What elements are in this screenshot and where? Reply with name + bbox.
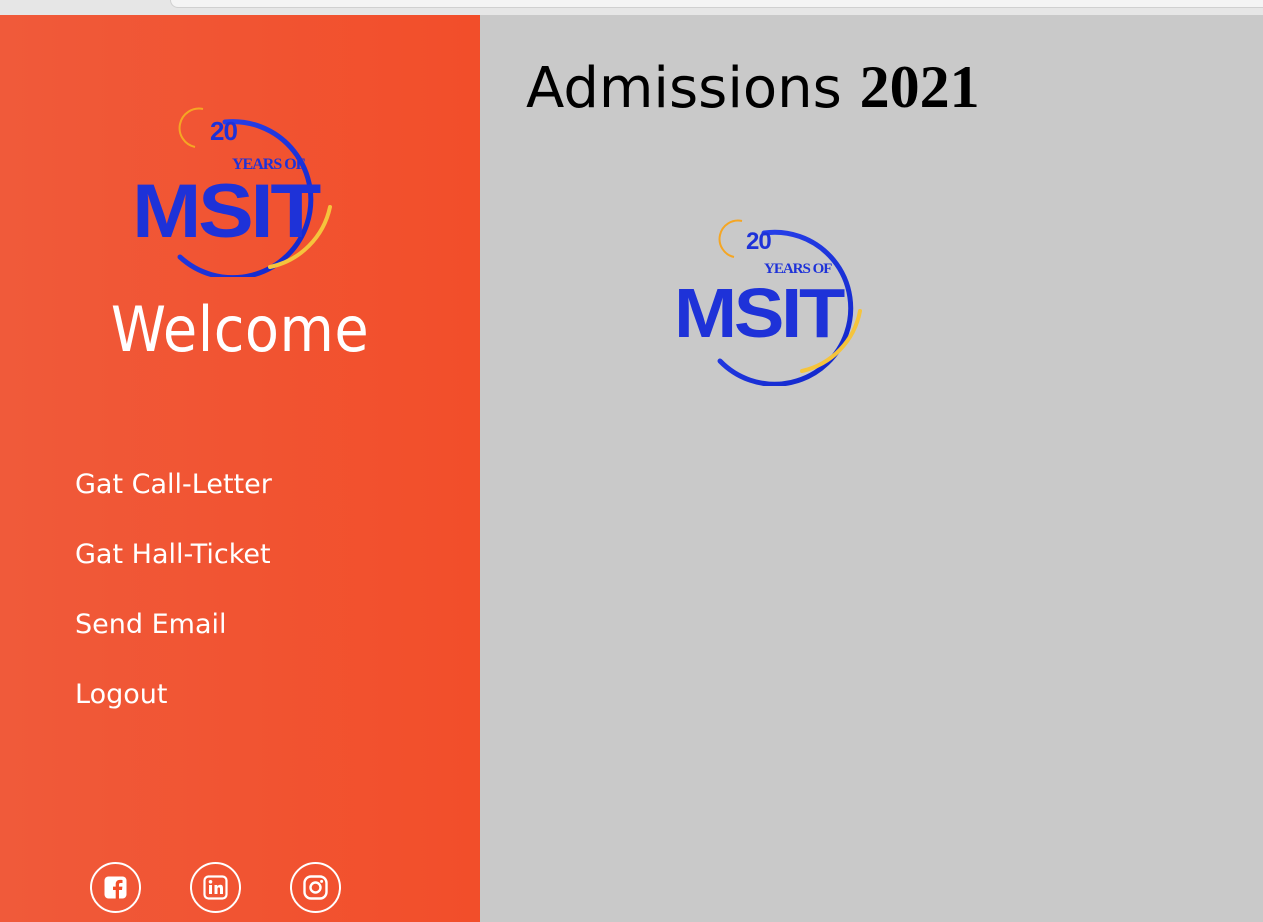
instagram-button[interactable] (290, 862, 341, 913)
logo-name: MSIT (132, 169, 321, 254)
main-content: Admissions 2021 20 YEARS OF MSIT (480, 15, 1263, 922)
nav-gat-hall-ticket[interactable]: Gat Hall-Ticket (75, 537, 272, 572)
sidebar-nav: Gat Call-Letter Gat Hall-Ticket Send Ema… (75, 467, 272, 747)
facebook-icon (104, 876, 127, 899)
browser-address-bar-edge (170, 0, 1263, 8)
msit-logo-icon: 20 YEARS OF MSIT (674, 219, 862, 386)
linkedin-button[interactable] (190, 862, 241, 913)
logo-name: MSIT (674, 274, 844, 352)
nav-gat-call-letter[interactable]: Gat Call-Letter (75, 467, 272, 502)
welcome-heading: Welcome (110, 293, 370, 366)
sidebar: 20 YEARS OF MSIT Welcome Gat Call-Letter… (0, 15, 480, 922)
logo-number: 20 (746, 228, 771, 255)
page-title-word: Admissions (526, 56, 842, 121)
logo-number: 20 (210, 116, 237, 146)
browser-top-bar (0, 0, 1263, 16)
page-title-year: 2021 (859, 54, 980, 120)
linkedin-icon (203, 875, 228, 900)
facebook-button[interactable] (90, 862, 141, 913)
nav-logout[interactable]: Logout (75, 677, 272, 712)
msit-logo-icon: 20 YEARS OF MSIT (132, 107, 332, 277)
instagram-icon (303, 875, 328, 900)
nav-send-email[interactable]: Send Email (75, 607, 272, 642)
page-title: Admissions 2021 (526, 53, 980, 122)
